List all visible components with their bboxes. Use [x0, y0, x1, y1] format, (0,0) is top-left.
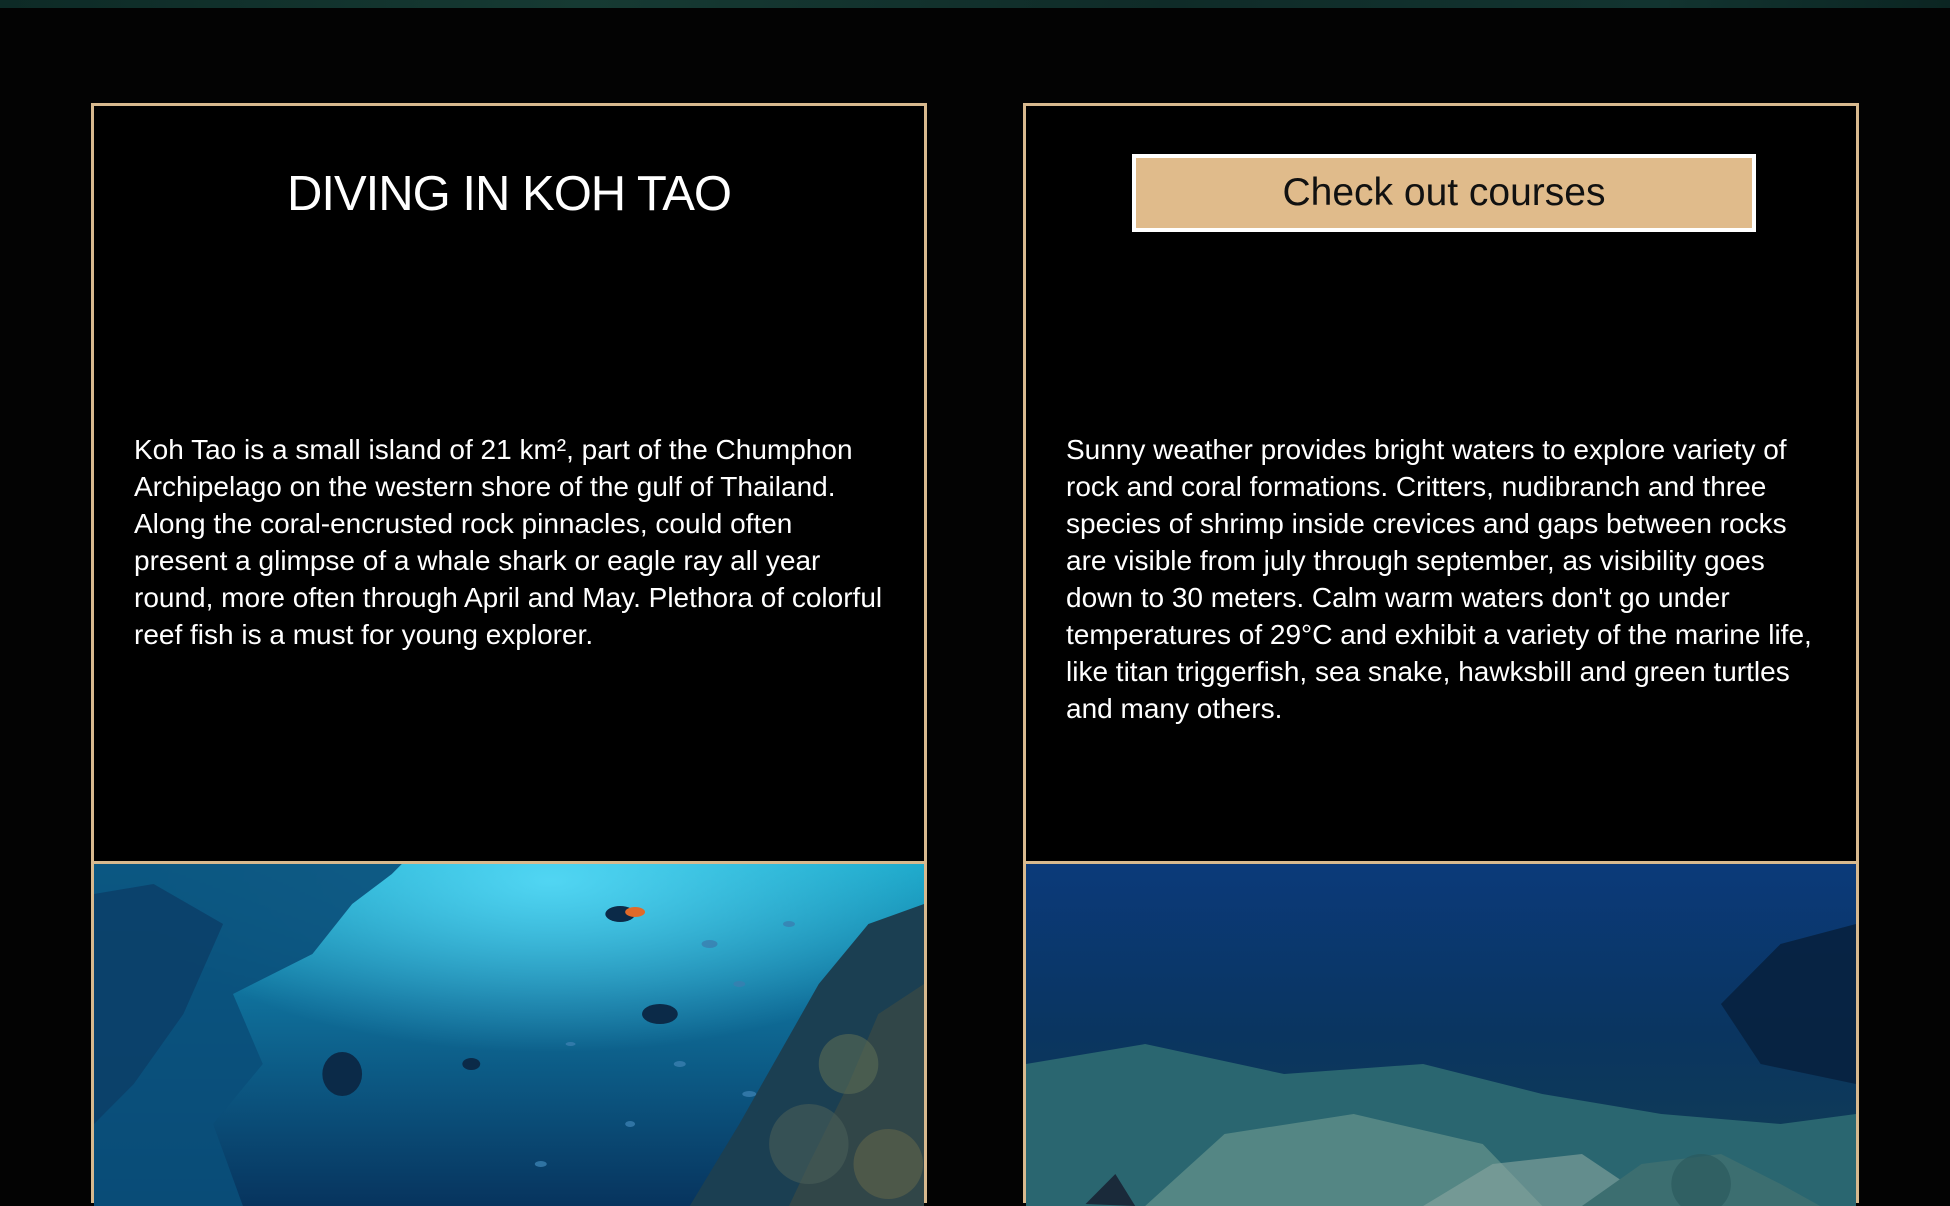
card-title: DIVING IN KOH TAO	[286, 167, 732, 221]
text-panel: Check out courses Sunny weather provides…	[1026, 106, 1856, 864]
header-image-edge	[0, 0, 1950, 8]
koh-tao-info-card: DIVING IN KOH TAO Koh Tao is a small isl…	[91, 103, 927, 1206]
card-description: Sunny weather provides bright waters to …	[1066, 434, 1812, 724]
check-out-courses-button[interactable]: Check out courses	[1132, 154, 1756, 232]
reef-photo	[94, 864, 924, 1206]
seabed-photo	[1026, 864, 1856, 1206]
card-description: Koh Tao is a small island of 21 km², par…	[134, 434, 883, 650]
conditions-info-card: Check out courses Sunny weather provides…	[1023, 103, 1859, 1206]
text-panel: DIVING IN KOH TAO Koh Tao is a small isl…	[94, 106, 924, 864]
